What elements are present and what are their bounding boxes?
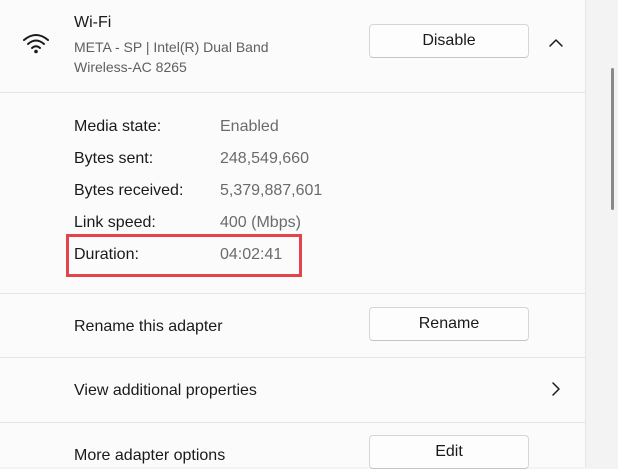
- more-adapter-options-label: More adapter options: [74, 447, 226, 464]
- adapter-description: META - SP | Intel(R) Dual Band Wireless-…: [74, 39, 269, 75]
- duration-highlight-box: [66, 234, 302, 277]
- property-value-link-speed: 400 (Mbps): [220, 214, 301, 231]
- property-value-bytes-sent: 248,549,660: [220, 150, 309, 167]
- adapter-title: Wi-Fi: [74, 14, 112, 31]
- divider: [0, 293, 586, 294]
- chevron-right-icon: [552, 382, 560, 396]
- chevron-up-icon[interactable]: [548, 35, 564, 51]
- divider: [0, 422, 586, 423]
- property-label-bytes-sent: Bytes sent:: [74, 150, 154, 167]
- wifi-icon: [23, 34, 49, 54]
- property-label-media-state: Media state:: [74, 118, 162, 135]
- view-additional-properties-label: View additional properties: [74, 382, 257, 399]
- rename-button[interactable]: Rename: [369, 307, 529, 341]
- property-value-media-state: Enabled: [220, 118, 279, 135]
- edit-button[interactable]: Edit: [369, 435, 529, 469]
- disable-button[interactable]: Disable: [369, 24, 529, 58]
- divider: [0, 92, 586, 93]
- adapter-panel: Wi-Fi META - SP | Intel(R) Dual Band Wir…: [0, 0, 586, 469]
- property-label-link-speed: Link speed:: [74, 214, 156, 231]
- property-value-bytes-received: 5,379,887,601: [220, 182, 323, 199]
- rename-adapter-label: Rename this adapter: [74, 318, 223, 335]
- property-label-bytes-received: Bytes received:: [74, 182, 184, 199]
- view-additional-properties-row[interactable]: View additional properties: [0, 358, 586, 422]
- scrollbar-thumb[interactable]: [611, 68, 614, 210]
